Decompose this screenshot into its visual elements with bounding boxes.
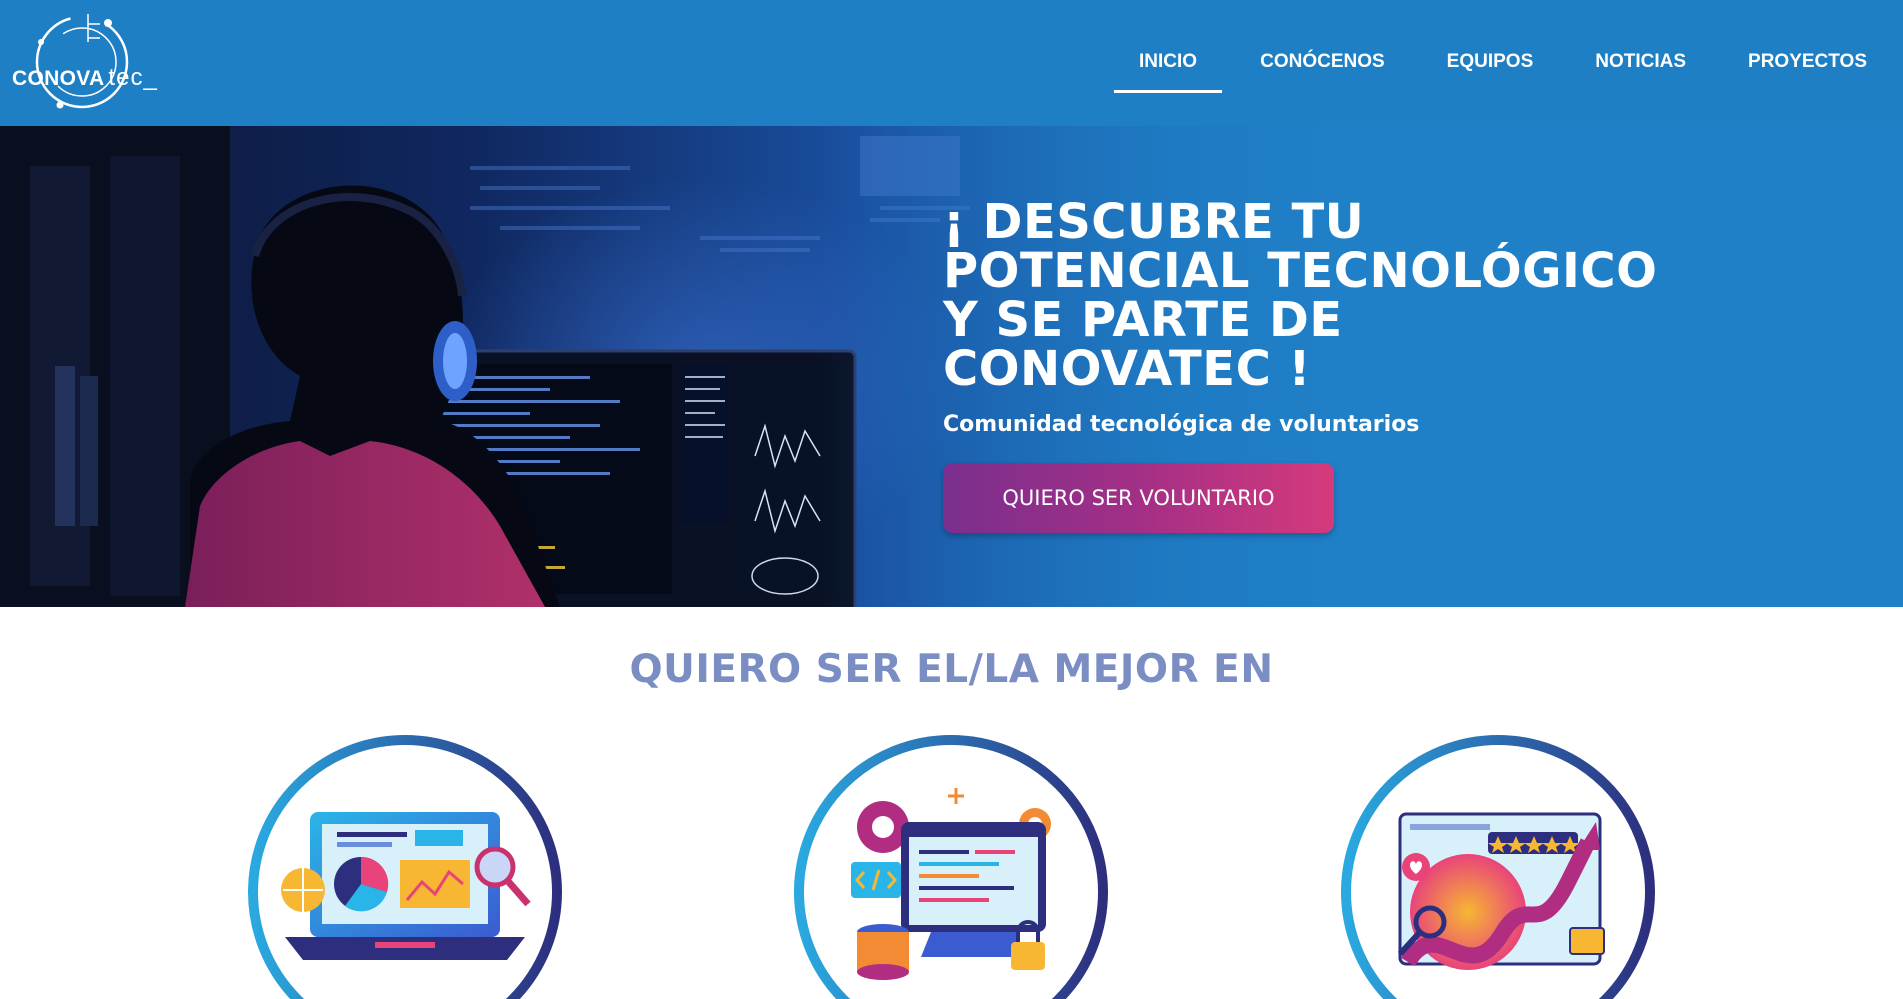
logo-word-thin: tec_ [108,64,158,91]
software-development-monitor-icon [794,735,1108,999]
hero-subtitle: Comunidad tecnológica de voluntarios [943,412,1420,437]
skill-card-analytics[interactable] [245,732,565,999]
section-title: QUIERO SER EL/LA MEJOR EN [629,647,1274,692]
volunteer-cta-button[interactable]: QUIERO SER VOLUNTARIO [943,463,1334,533]
skill-card-marketing[interactable] [1338,732,1658,999]
nav-item-proyectos[interactable]: PROYECTOS [1748,0,1867,126]
site-header: CONOVA tec_ INICIO CONÓCENOS EQUIPOS NOTI… [0,0,1903,126]
nav-item-noticias[interactable]: NOTICIAS [1595,0,1686,126]
digital-marketing-growth-icon [1341,735,1655,999]
main-nav: INICIO CONÓCENOS EQUIPOS NOTICIAS PROYEC… [1114,0,1903,126]
nav-item-inicio[interactable]: INICIO [1114,0,1223,126]
logo-wordmark: CONOVA tec_ [12,64,158,92]
data-analytics-laptop-icon [248,735,562,999]
logo-word-bold: CONOVA [12,67,105,90]
skill-card-development[interactable] [791,732,1111,999]
nav-item-conocenos[interactable]: CONÓCENOS [1260,0,1385,126]
conovatec-logo[interactable]: CONOVA tec_ [10,12,160,112]
hero-title: ¡ DESCUBRE TU POTENCIAL TECNOLÓGICO Y SE… [943,194,1658,397]
hero-banner: ¡ DESCUBRE TU POTENCIAL TECNOLÓGICO Y SE… [0,126,1903,607]
logo-orbit-icon [35,14,129,109]
nav-item-equipos[interactable]: EQUIPOS [1447,0,1534,126]
